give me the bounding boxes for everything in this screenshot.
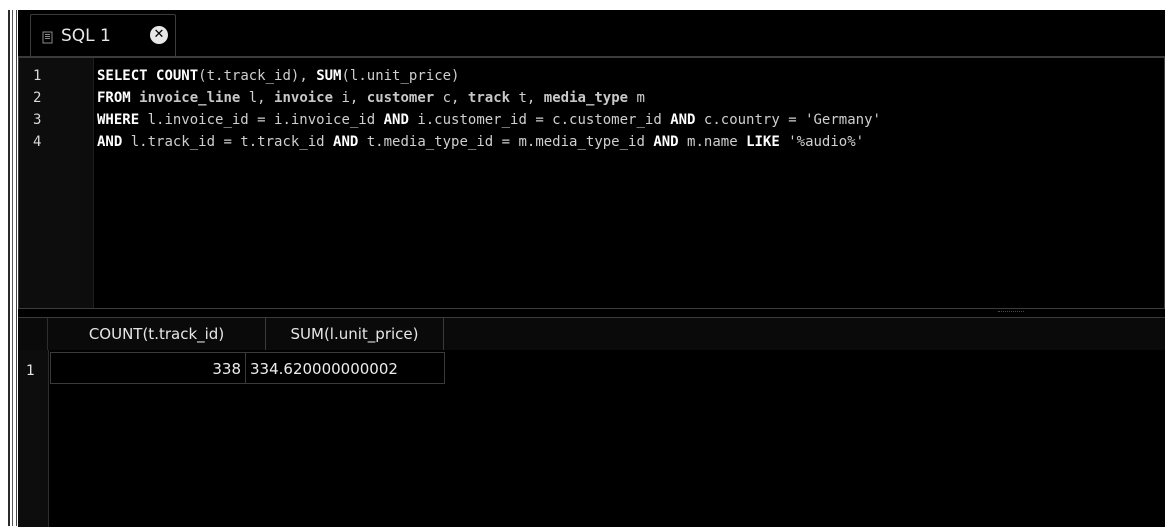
sql-token: invoice_line xyxy=(139,90,241,106)
tab-bar: SQL 1 ✕ xyxy=(18,10,1165,57)
sql-token: l, xyxy=(240,90,275,106)
sql-token: i, xyxy=(333,90,367,106)
column-header[interactable]: SUM(l.unit_price) xyxy=(266,318,444,350)
line-number: 1 xyxy=(33,68,42,84)
sql-token: t.media_type_id = m.media_type_id xyxy=(358,134,654,150)
sql-string: '%audio%' xyxy=(788,134,865,150)
sql-token: m xyxy=(628,90,645,106)
sql-keyword: AND xyxy=(653,134,679,150)
results-grid: COUNT(t.track_id) SUM(l.unit_price) 1 33… xyxy=(18,317,1165,527)
pane-splitter[interactable] xyxy=(18,309,1165,317)
sql-editor[interactable]: 1 2 3 4 SELECT COUNT(t.track_id), SUM(l.… xyxy=(18,57,1165,309)
sql-keyword: LIKE xyxy=(746,134,780,150)
sql-token: customer xyxy=(366,90,435,106)
table-cell[interactable]: 334.620000000002 xyxy=(245,352,445,384)
sql-token: m.name xyxy=(678,134,747,150)
sql-token: track xyxy=(467,90,511,106)
sql-token: t, xyxy=(510,90,544,106)
sql-keyword: FROM xyxy=(97,90,131,106)
line-number-gutter: 1 2 3 4 xyxy=(19,58,94,308)
code-line-2[interactable]: FROM invoice_line l, invoice i, customer… xyxy=(97,87,645,109)
grid-header: COUNT(t.track_id) SUM(l.unit_price) xyxy=(18,318,1165,350)
line-number: 3 xyxy=(33,112,42,128)
sql-token: c, xyxy=(434,90,468,106)
sql-token: l.track_id = t.track_id xyxy=(122,134,334,150)
sql-keyword: AND xyxy=(97,134,123,150)
window-border xyxy=(8,10,10,526)
splitter-grip[interactable] xyxy=(998,311,1024,314)
sql-token: (l.unit_price) xyxy=(341,68,460,84)
column-header[interactable]: COUNT(t.track_id) xyxy=(48,318,266,350)
window-border-inner-2 xyxy=(16,10,17,526)
window-border-inner xyxy=(12,10,13,526)
sql-string: 'Germany' xyxy=(805,112,881,128)
sql-token: invoice xyxy=(274,90,334,106)
tab-sql-1[interactable]: SQL 1 ✕ xyxy=(30,14,176,56)
code-line-4[interactable]: AND l.track_id = t.track_id AND t.media_… xyxy=(97,131,864,153)
code-line-3[interactable]: WHERE l.invoice_id = i.invoice_id AND i.… xyxy=(97,109,881,131)
sql-keyword: WHERE xyxy=(97,112,140,128)
window-frame: SQL 1 ✕ 1 2 3 4 SELECT COUNT(t.track_id)… xyxy=(0,0,1165,527)
sql-workspace: SQL 1 ✕ 1 2 3 4 SELECT COUNT(t.track_id)… xyxy=(18,10,1165,527)
line-number: 4 xyxy=(33,134,42,150)
sql-keyword: AND xyxy=(670,112,696,128)
row-number[interactable]: 1 xyxy=(26,363,35,379)
sql-keyword: COUNT xyxy=(156,68,199,84)
sql-keyword: AND xyxy=(333,134,359,150)
sql-token: l.invoice_id = i.invoice_id xyxy=(139,112,384,128)
sql-token: c.country = xyxy=(695,112,806,128)
close-circle-icon[interactable]: ✕ xyxy=(150,26,168,44)
line-number: 2 xyxy=(33,90,42,106)
sql-keyword: SUM xyxy=(316,68,342,84)
sql-token: media_type xyxy=(543,90,629,106)
sql-keyword: SELECT xyxy=(97,68,148,84)
sql-token: (t.track_id), xyxy=(198,68,317,84)
table-cell[interactable]: 338 xyxy=(50,352,246,384)
document-icon xyxy=(41,29,54,44)
tab-label: SQL 1 xyxy=(61,26,111,46)
sql-keyword: AND xyxy=(383,112,409,128)
code-line-1[interactable]: SELECT COUNT(t.track_id), SUM(l.unit_pri… xyxy=(97,65,460,87)
row-header-corner xyxy=(18,318,48,350)
sql-token: i.customer_id = c.customer_id xyxy=(408,112,671,128)
